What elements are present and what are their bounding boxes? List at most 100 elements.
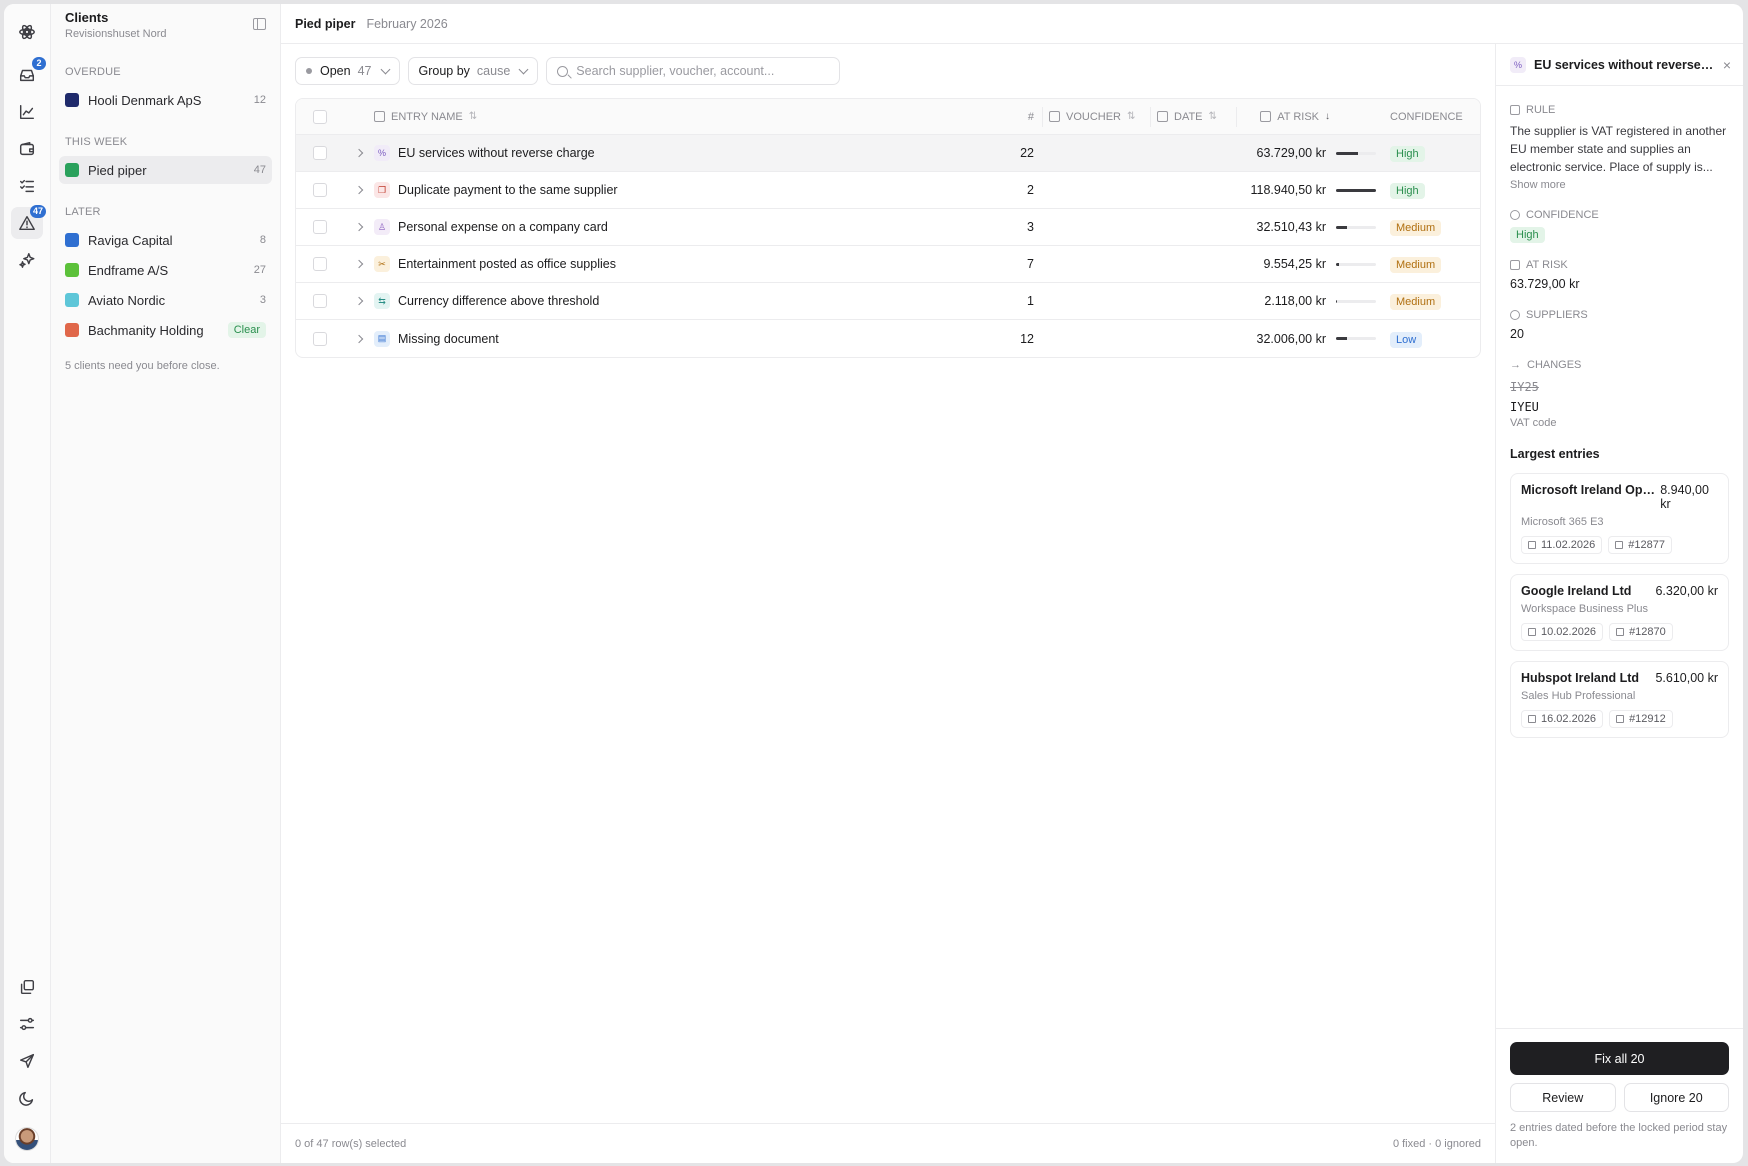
ignore-button[interactable]: Ignore 20 bbox=[1623, 1083, 1729, 1112]
entry-name: Missing document bbox=[398, 331, 499, 346]
issue-type-icon: % bbox=[374, 145, 390, 161]
chevron-right-icon[interactable] bbox=[354, 185, 364, 195]
client-item-aviato[interactable]: Aviato Nordic 3 bbox=[59, 286, 272, 314]
status-filter[interactable]: Open 47 bbox=[295, 57, 400, 85]
chevron-right-icon[interactable] bbox=[354, 334, 364, 343]
money-icon bbox=[1260, 111, 1272, 122]
entry-at-risk: 9.554,25 kr bbox=[1263, 257, 1326, 271]
icon-rail: 2 47 bbox=[4, 4, 51, 1163]
row-checkbox[interactable] bbox=[313, 257, 327, 271]
settings-sliders-icon[interactable] bbox=[11, 1008, 43, 1040]
client-count: 47 bbox=[253, 164, 266, 176]
checklist-icon[interactable] bbox=[11, 170, 43, 202]
breadcrumb: Pied piper February 2026 bbox=[281, 4, 1743, 44]
column-at-risk[interactable]: AT RISK ↓ bbox=[1236, 106, 1336, 127]
row-checkbox[interactable] bbox=[313, 220, 327, 234]
column-date[interactable]: DATE ⇅ bbox=[1150, 106, 1236, 127]
user-avatar[interactable] bbox=[15, 1127, 39, 1151]
client-item-raviga[interactable]: Raviga Capital 8 bbox=[59, 226, 272, 254]
send-icon[interactable] bbox=[11, 1045, 43, 1077]
select-all-checkbox[interactable] bbox=[313, 109, 327, 124]
chevron-right-icon[interactable] bbox=[354, 296, 364, 306]
entry-description: Workspace Business Plus bbox=[1521, 603, 1648, 615]
entry-name: Entertainment posted as office supplies bbox=[398, 257, 616, 271]
entry-voucher-tag[interactable]: #12870 bbox=[1609, 623, 1673, 641]
detail-actions: Fix all 20 Review Ignore 20 2 entries da… bbox=[1496, 1028, 1743, 1163]
client-item-bachmanity[interactable]: Bachmanity Holding Clear bbox=[59, 316, 272, 344]
column-entry-name[interactable]: ENTRY NAME ⇅ bbox=[374, 111, 972, 123]
table-row[interactable]: ▤ Missing document 12 32.006,00 kr Low bbox=[296, 320, 1480, 357]
risk-bar bbox=[1336, 299, 1376, 303]
row-checkbox[interactable] bbox=[313, 183, 327, 197]
chart-icon[interactable] bbox=[11, 96, 43, 128]
copy-icon[interactable] bbox=[11, 971, 43, 1003]
sort-icon: ⇅ bbox=[1127, 111, 1136, 122]
client-item-hooli[interactable]: Hooli Denmark ApS 12 bbox=[59, 86, 272, 114]
table-row[interactable]: % EU services without reverse charge 22 63.… bbox=[296, 135, 1480, 172]
percent-icon: % bbox=[1510, 56, 1526, 73]
search-input[interactable]: Search supplier, voucher, account... bbox=[546, 57, 841, 85]
entry-amount: 5.610,00 kr bbox=[1655, 671, 1718, 685]
entry-voucher-tag[interactable]: #12877 bbox=[1608, 536, 1672, 554]
warning-icon[interactable]: 47 bbox=[11, 205, 46, 239]
fix-all-button[interactable]: Fix all 20 bbox=[1510, 1042, 1729, 1075]
arrow-right-icon: → bbox=[1510, 359, 1521, 371]
logo-icon[interactable] bbox=[11, 16, 43, 48]
table-row[interactable]: ⇆ Currency difference above threshold 1 2.1… bbox=[296, 283, 1480, 320]
group-by-select[interactable]: Group by cause bbox=[407, 57, 539, 85]
client-item-endframe[interactable]: Endframe A/S 27 bbox=[59, 256, 272, 284]
firm-name: Revisionshuset Nord bbox=[65, 28, 167, 40]
moon-icon[interactable] bbox=[11, 1082, 43, 1114]
group-by-label: Group by bbox=[418, 64, 470, 78]
text-icon bbox=[1510, 105, 1520, 115]
rule-section: RULE The supplier is VAT registered in a… bbox=[1510, 104, 1729, 191]
document-icon bbox=[1615, 541, 1624, 549]
entry-voucher-tag[interactable]: #12912 bbox=[1609, 710, 1673, 728]
sparkle-icon[interactable] bbox=[11, 244, 43, 276]
client-name: Aviato Nordic bbox=[88, 292, 166, 308]
section-later: LATER bbox=[65, 206, 101, 218]
calendar-icon bbox=[1528, 628, 1536, 636]
wallet-icon[interactable] bbox=[11, 133, 43, 165]
suppliers-section: SUPPLIERS 20 bbox=[1510, 309, 1729, 341]
changes-to: IYEU bbox=[1510, 400, 1539, 414]
table-row[interactable]: ✂ Entertainment posted as office supplies… bbox=[296, 246, 1480, 283]
confidence-badge: Low bbox=[1390, 331, 1423, 348]
column-count[interactable]: # bbox=[972, 111, 1042, 123]
entry-amount: 6.320,00 kr bbox=[1655, 584, 1718, 598]
client-logo-icon bbox=[65, 293, 79, 307]
entry-card[interactable]: Hubspot Ireland Ltd 5.610,00 kr Sales Hub … bbox=[1510, 661, 1729, 738]
chevron-right-icon[interactable] bbox=[354, 148, 364, 158]
entry-card[interactable]: Google Ireland Ltd 6.320,00 kr Workspace B… bbox=[1510, 574, 1729, 651]
detail-header: % EU services without reverse ch... × bbox=[1496, 44, 1743, 86]
row-checkbox[interactable] bbox=[313, 294, 327, 308]
column-voucher[interactable]: VOUCHER ⇅ bbox=[1042, 106, 1150, 127]
review-button[interactable]: Review bbox=[1510, 1083, 1616, 1112]
risk-bar bbox=[1336, 262, 1376, 266]
row-checkbox[interactable] bbox=[313, 146, 327, 160]
sidebar-toggle-icon[interactable] bbox=[253, 18, 266, 30]
table-row[interactable]: ❐ Duplicate payment to the same supplier 2… bbox=[296, 172, 1480, 209]
show-more-link[interactable]: Show more bbox=[1510, 179, 1729, 191]
entry-card[interactable]: Microsoft Ireland Opera... 8.940,00 kr Mic… bbox=[1510, 473, 1729, 564]
status-filter-count: 47 bbox=[357, 64, 372, 78]
entry-count: 7 bbox=[1027, 257, 1034, 271]
column-confidence[interactable]: CONFIDENCE bbox=[1384, 111, 1480, 123]
table-row[interactable]: ♙ Personal expense on a company card 3 32.5… bbox=[296, 209, 1480, 246]
breadcrumb-client[interactable]: Pied piper bbox=[295, 17, 355, 31]
close-icon[interactable]: × bbox=[1723, 57, 1731, 73]
client-item-pied-piper[interactable]: Pied piper 47 bbox=[59, 156, 272, 184]
breadcrumb-period[interactable]: February 2026 bbox=[366, 17, 447, 31]
selection-count: 0 of 47 row(s) selected bbox=[295, 1137, 407, 1150]
table-footer: 0 of 47 row(s) selected 0 fixed · 0 igno… bbox=[281, 1123, 1495, 1163]
inbox-icon[interactable]: 2 bbox=[11, 57, 46, 91]
entry-name: EU services without reverse charge bbox=[398, 146, 595, 160]
group-by-value: cause bbox=[476, 64, 511, 78]
chevron-right-icon[interactable] bbox=[354, 259, 364, 269]
confidence-badge: High bbox=[1510, 227, 1545, 243]
status-filter-label: Open bbox=[320, 64, 351, 78]
calendar-icon bbox=[1157, 111, 1168, 122]
row-checkbox[interactable] bbox=[313, 331, 327, 346]
confidence-badge: Medium bbox=[1390, 220, 1442, 236]
chevron-right-icon[interactable] bbox=[354, 222, 364, 232]
